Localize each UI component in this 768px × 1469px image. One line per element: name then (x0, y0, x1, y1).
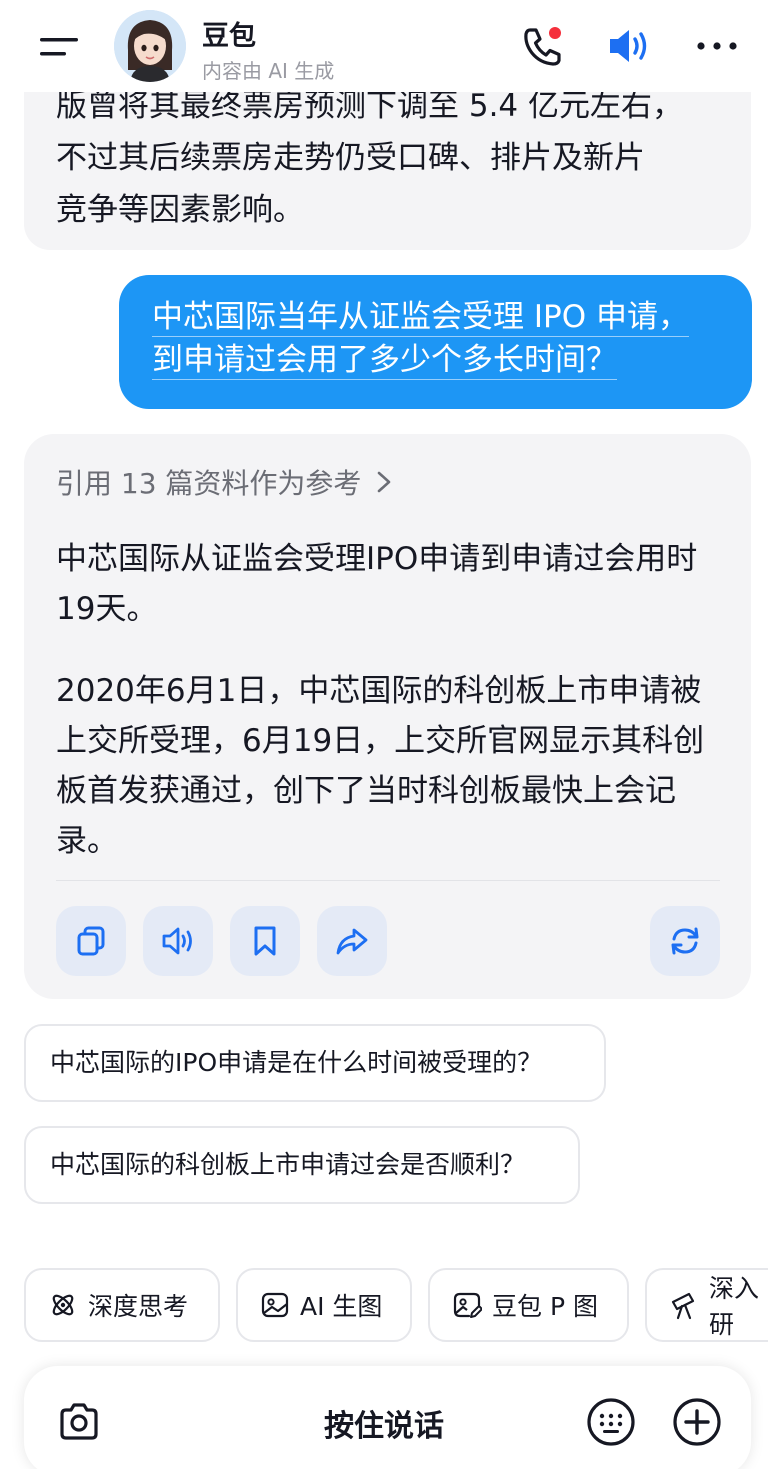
more-icon[interactable] (694, 34, 740, 58)
tool-label: 深度思考 (88, 1292, 189, 1321)
bookmark-button[interactable] (230, 906, 300, 976)
tool-label: 豆包 P 图 (492, 1292, 598, 1321)
tool-label: 深入研 (709, 1274, 760, 1339)
suggested-question[interactable]: 中芯国际的IPO申请是在什么时间被受理的？ (24, 1024, 606, 1102)
tool-ai-image[interactable]: AI 生图 (236, 1268, 412, 1342)
regenerate-button[interactable] (650, 906, 720, 976)
tool-image-edit[interactable]: 豆包 P 图 (428, 1268, 629, 1342)
text-line: 到申请过会用了多少个多长时间？ (152, 342, 617, 380)
hold-to-talk-button[interactable]: 按住说话 (0, 1401, 768, 1445)
menu-icon[interactable] (38, 32, 80, 62)
atom-icon (52, 1294, 74, 1316)
text-line: 中芯国际当年从证监会受理 IPO 申请， (152, 299, 689, 337)
text-line: 竞争等因素影响。 (56, 192, 304, 228)
plus-icon[interactable] (672, 1397, 722, 1447)
chevron-right-icon (378, 471, 391, 493)
previous-message-text: 版曾将其最终票房预测下调至 5.4 亿元左右， 不过其后续票房走势仍受口碑、排片… (56, 80, 736, 236)
bookmark-icon (254, 926, 276, 956)
references-link[interactable]: 引用 13 篇资料作为参考 (56, 462, 393, 502)
text-line: 不过其后续票房走势仍受口碑、排片及新片 (56, 140, 645, 176)
share-icon (336, 928, 368, 955)
keyboard-icon[interactable] (586, 1397, 636, 1447)
answer-paragraph: 2020年6月1日，中芯国际的科创板上市申请被上交所受理，6月19日，上交所官网… (56, 673, 705, 859)
telescope-icon (671, 1292, 695, 1320)
image-icon (261, 1292, 289, 1318)
read-aloud-button[interactable] (143, 906, 213, 976)
bot-name: 豆包 (202, 21, 256, 52)
chat-header: 豆包 内容由 AI 生成 (0, 0, 768, 92)
tool-label: AI 生图 (300, 1292, 383, 1321)
user-message-text: 中芯国际当年从证监会受理 IPO 申请， 到申请过会用了多少个多长时间？ (152, 296, 732, 382)
share-button[interactable] (317, 906, 387, 976)
tool-deep-thinking[interactable]: 深度思考 (24, 1268, 220, 1342)
divider (56, 880, 720, 881)
image-edit-icon (453, 1292, 482, 1318)
copy-icon (77, 926, 105, 956)
avatar[interactable] (114, 10, 186, 82)
speaker-icon[interactable] (604, 24, 654, 68)
regenerate-icon (671, 927, 699, 955)
ai-disclaimer: 内容由 AI 生成 (202, 59, 335, 83)
tool-deep-research[interactable]: 深入研 (645, 1268, 768, 1342)
copy-button[interactable] (56, 906, 126, 976)
suggested-question[interactable]: 中芯国际的科创板上市申请过会是否顺利？ (24, 1126, 580, 1204)
answer-paragraph: 中芯国际从证监会受理IPO申请到申请过会用时19天。 (56, 541, 698, 627)
read-aloud-icon (162, 927, 192, 955)
phone-icon[interactable] (520, 24, 568, 68)
references-label: 引用 13 篇资料作为参考 (56, 467, 362, 500)
